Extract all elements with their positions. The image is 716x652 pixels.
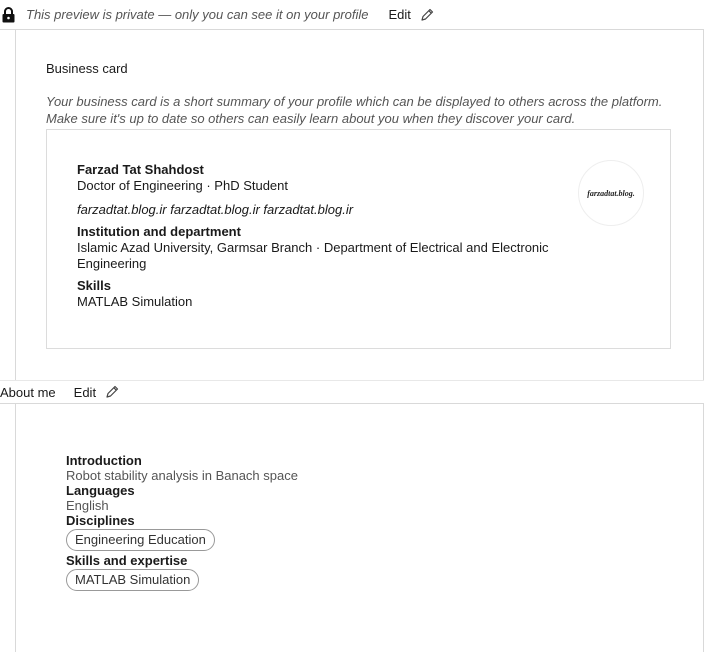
about-me-header: About me Edit xyxy=(0,380,704,404)
introduction-value: Robot stability analysis in Banach space xyxy=(66,468,298,483)
business-card-heading: Business card xyxy=(46,61,128,76)
edit-about-me-button[interactable]: Edit xyxy=(74,384,120,400)
card-skills-label: Skills xyxy=(77,278,111,293)
skill-tag[interactable]: MATLAB Simulation xyxy=(66,569,200,591)
edit-label: Edit xyxy=(73,384,97,400)
languages-label: Languages xyxy=(66,483,135,498)
skills-expertise-label: Skills and expertise xyxy=(66,553,188,568)
privacy-notice-text: This preview is private — only you can s… xyxy=(26,7,369,22)
lock-icon xyxy=(1,6,15,23)
business-card-preview: Farzad Tat Shahdost Doctor of Engineerin… xyxy=(46,129,671,349)
edit-label: Edit xyxy=(388,7,411,22)
avatar: farzadtat.blog. xyxy=(578,160,644,226)
languages-value: English xyxy=(66,498,109,513)
about-me-content: Introduction Robot stability analysis in… xyxy=(66,453,298,593)
institution-label: Institution and department xyxy=(77,224,241,239)
privacy-notice-bar: This preview is private — only you can s… xyxy=(0,0,704,30)
profile-name: Farzad Tat Shahdost xyxy=(77,162,204,177)
introduction-label: Introduction xyxy=(66,453,142,468)
profile-links[interactable]: farzadtat.blog.ir farzadtat.blog.ir farz… xyxy=(77,202,597,218)
card-skills-value: MATLAB Simulation xyxy=(77,294,193,309)
pencil-icon xyxy=(106,385,119,398)
edit-business-card-button[interactable]: Edit xyxy=(389,7,435,23)
disciplines-label: Disciplines xyxy=(66,513,135,528)
right-divider xyxy=(703,29,704,652)
business-card-content: Farzad Tat Shahdost Doctor of Engineerin… xyxy=(77,162,597,310)
business-card-description: Your business card is a short summary of… xyxy=(46,94,663,126)
discipline-tag[interactable]: Engineering Education xyxy=(66,529,215,551)
institution-value: Islamic Azad University, Garmsar Branch … xyxy=(77,240,549,271)
left-divider xyxy=(15,29,16,652)
pencil-icon xyxy=(421,8,434,21)
about-me-title: About me xyxy=(0,384,56,400)
avatar-text: farzadtat.blog. xyxy=(587,188,635,198)
profile-subtitle: Doctor of Engineering · PhD Student xyxy=(77,178,289,193)
